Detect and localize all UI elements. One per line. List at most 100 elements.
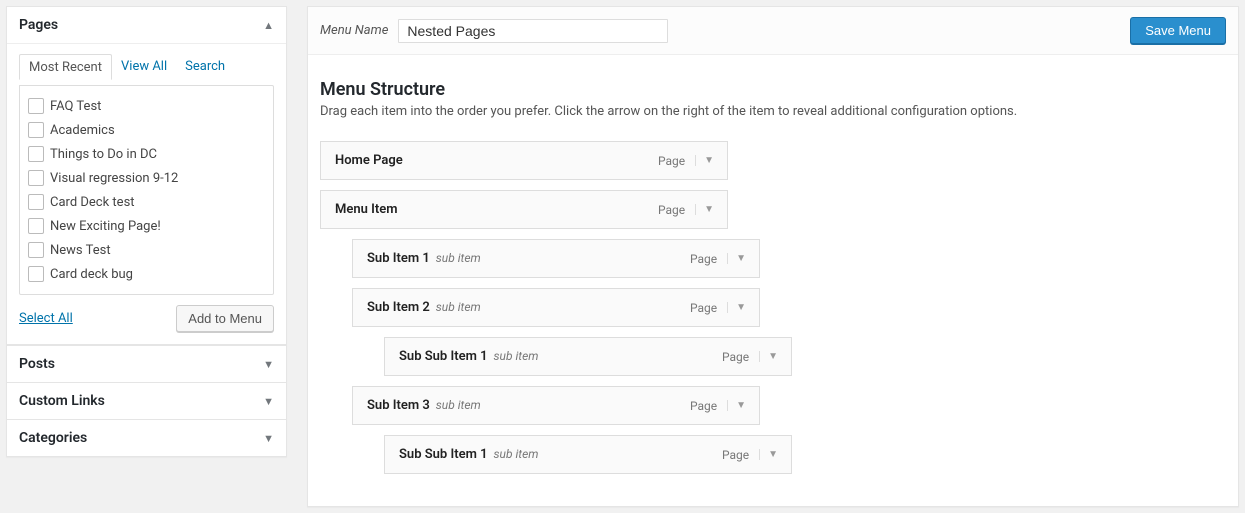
menu-item-sub-label: sub item (436, 251, 481, 265)
page-item[interactable]: New Exciting Page! (26, 214, 267, 238)
metabox-header-pages[interactable]: Pages ▲ (7, 7, 286, 43)
page-item-label: Visual regression 9-12 (50, 171, 178, 186)
metabox-header[interactable]: Categories ▼ (7, 420, 286, 456)
menu-item-right: Page ▼ (722, 350, 786, 364)
metabox-title-pages: Pages (19, 17, 58, 33)
menu-item-left: Sub Item 3 sub item (367, 398, 481, 413)
page-item-label: Card deck bug (50, 267, 133, 282)
menu-item-row[interactable]: Sub Item 3 sub item Page ▼ (352, 386, 760, 425)
menu-item-title: Sub Item 3 (367, 398, 430, 413)
page-item[interactable]: FAQ Test (26, 94, 267, 118)
menu-name-input[interactable] (398, 19, 668, 43)
menu-item-sub-label: sub item (436, 300, 481, 314)
menu-item-left: Sub Sub Item 1 sub item (399, 349, 538, 364)
caret-up-icon: ▲ (263, 19, 274, 32)
caret-down-icon[interactable]: ▼ (727, 302, 754, 313)
metabox-body-pages: Most Recent View All Search FAQ Test Acad… (7, 43, 286, 344)
menu-name-label: Menu Name (320, 23, 388, 38)
menu-body: Menu Structure Drag each item into the o… (308, 55, 1238, 506)
menu-item-title: Sub Sub Item 1 (399, 447, 488, 462)
menu-item-left: Menu Item (335, 202, 398, 217)
caret-down-icon: ▼ (263, 395, 274, 408)
menu-item-title: Home Page (335, 153, 403, 168)
caret-down-icon: ▼ (263, 432, 274, 445)
metabox-title: Posts (19, 356, 55, 372)
tab-search[interactable]: Search (176, 54, 234, 80)
tab-most-recent[interactable]: Most Recent (19, 54, 112, 80)
metabox-posts: Posts ▼ (6, 345, 287, 383)
menu-item-row[interactable]: Sub Sub Item 1 sub item Page ▼ (384, 337, 792, 376)
menu-item-row[interactable]: Menu Item Page ▼ (320, 190, 728, 229)
page-item[interactable]: Things to Do in DC (26, 142, 267, 166)
menu-header: Menu Name Save Menu (308, 7, 1238, 55)
page-item-label: Academics (50, 123, 115, 138)
page-item-label: FAQ Test (50, 99, 101, 114)
select-all-link[interactable]: Select All (19, 311, 73, 326)
menu-item-left: Home Page (335, 153, 403, 168)
page-item-checkbox[interactable] (28, 194, 44, 210)
page-item-checkbox[interactable] (28, 146, 44, 162)
caret-down-icon[interactable]: ▼ (727, 400, 754, 411)
caret-down-icon[interactable]: ▼ (727, 253, 754, 264)
menu-item-right: Page ▼ (722, 448, 786, 462)
menu-item-row[interactable]: Sub Sub Item 1 sub item Page ▼ (384, 435, 792, 474)
page-item[interactable]: Card Deck test (26, 190, 267, 214)
page-item-label: New Exciting Page! (50, 219, 161, 234)
tab-view-all[interactable]: View All (112, 54, 176, 80)
menu-items-list: Home PagePage▼Menu ItemPage▼Sub Item 1su… (320, 141, 1226, 474)
metabox-custom-links: Custom Links ▼ (6, 383, 287, 420)
metabox-categories: Categories ▼ (6, 420, 287, 457)
section-title: Menu Structure (320, 79, 1226, 100)
caret-down-icon[interactable]: ▼ (759, 449, 786, 460)
page-item[interactable]: News Test (26, 238, 267, 262)
page-item[interactable]: Academics (26, 118, 267, 142)
save-menu-button[interactable]: Save Menu (1130, 17, 1226, 44)
page-item-label: News Test (50, 243, 111, 258)
menu-item-title: Menu Item (335, 202, 398, 217)
menu-name-group: Menu Name (320, 19, 668, 43)
metabox-footer: Select All Add to Menu (19, 295, 274, 332)
menu-item-right: Page▼ (658, 154, 722, 168)
menu-item-type: Page (658, 203, 689, 217)
metabox-title: Custom Links (19, 393, 105, 409)
page-item-label: Card Deck test (50, 195, 135, 210)
menu-item-right: Page ▼ (658, 203, 722, 217)
menu-item-sub-label: sub item (436, 398, 481, 412)
menu-item-title: Sub Sub Item 1 (399, 349, 488, 364)
page-item[interactable]: Visual regression 9-12 (26, 166, 267, 190)
tabs: Most Recent View All Search (19, 54, 274, 80)
menu-item-sub-label: sub item (494, 349, 539, 363)
sidebar: Pages ▲ Most Recent View All Search FAQ … (6, 6, 287, 507)
page-item-checkbox[interactable] (28, 170, 44, 186)
page-item-checkbox[interactable] (28, 266, 44, 282)
page-item[interactable]: Card deck bug (26, 262, 267, 286)
metabox-header[interactable]: Custom Links ▼ (7, 383, 286, 419)
caret-down-icon[interactable]: ▼ (759, 351, 786, 362)
menu-item-type: Page (722, 448, 753, 462)
page-item-checkbox[interactable] (28, 218, 44, 234)
menu-item-left: Sub Item 2 sub item (367, 300, 481, 315)
caret-down-icon[interactable]: ▼ (695, 155, 722, 166)
page-item-checkbox[interactable] (28, 98, 44, 114)
menu-item-row[interactable]: Sub Item 2 sub item Page ▼ (352, 288, 760, 327)
menu-item-right: Page ▼ (690, 252, 754, 266)
page-item-checkbox[interactable] (28, 122, 44, 138)
page-list: FAQ Test Academics Things to Do in DC Visua… (19, 85, 274, 295)
main-panel: Menu Name Save Menu Menu Structure Drag … (307, 6, 1239, 507)
page-item-checkbox[interactable] (28, 242, 44, 258)
add-to-menu-button[interactable]: Add to Menu (176, 305, 274, 332)
menu-item-row[interactable]: Home Page Page▼ (320, 141, 728, 180)
menu-item-right: Page ▼ (690, 301, 754, 315)
menu-item-type: Page (690, 252, 721, 266)
menu-item-title: Sub Item 2 (367, 300, 430, 315)
menu-item-row[interactable]: Sub Item 1 sub item Page ▼ (352, 239, 760, 278)
metabox-title: Categories (19, 430, 87, 446)
caret-down-icon[interactable]: ▼ (695, 204, 722, 215)
menu-item-title: Sub Item 1 (367, 251, 430, 266)
menu-item-type: Page (690, 399, 721, 413)
metabox-header[interactable]: Posts ▼ (7, 346, 286, 382)
menu-item-sub-label: sub item (494, 447, 539, 461)
menu-item-type: Page (722, 350, 753, 364)
caret-down-icon: ▼ (263, 358, 274, 371)
menu-item-type: Page (690, 301, 721, 315)
